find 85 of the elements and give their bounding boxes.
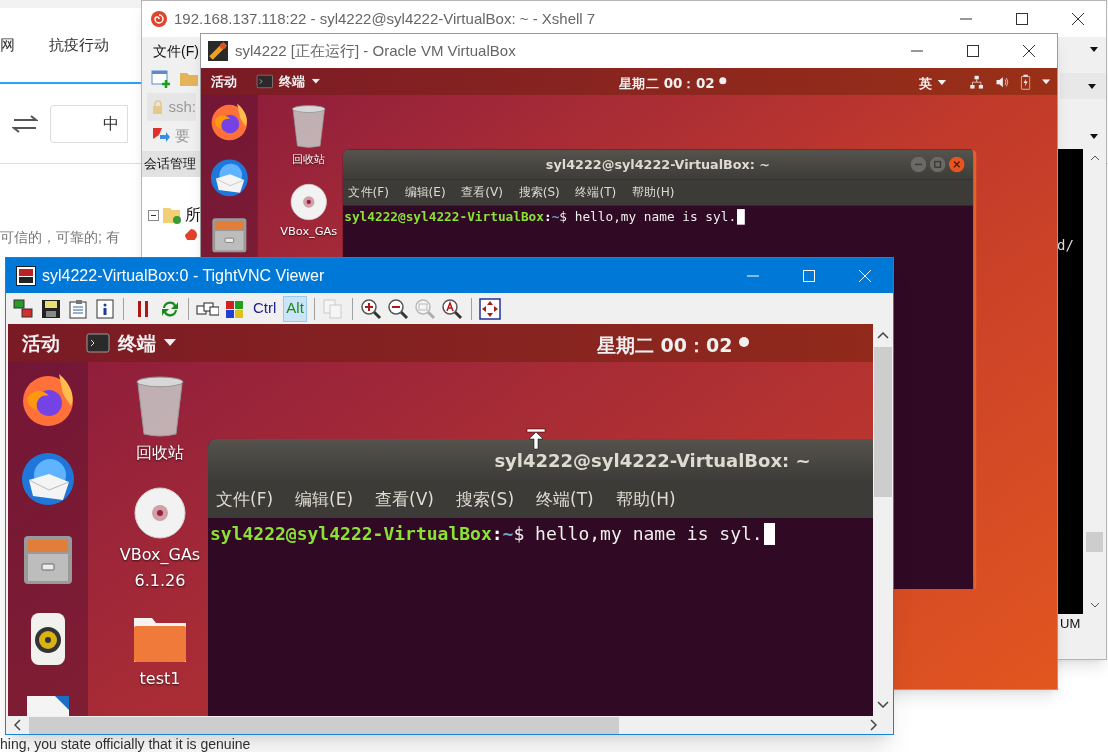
- lock-icon: [152, 100, 163, 114]
- app-menu[interactable]: 终端: [86, 328, 176, 358]
- network-icon[interactable]: [969, 75, 984, 90]
- menu-item[interactable]: 查看(V): [461, 183, 503, 202]
- scroll-thumb[interactable]: [874, 347, 892, 497]
- activities-button[interactable]: 活动: [22, 328, 60, 358]
- scroll-right-icon[interactable]: [870, 719, 877, 731]
- scroll-down-icon[interactable]: [1089, 602, 1100, 608]
- terminal-title: syl4222@syl4222-VirtualBox: ~: [494, 448, 811, 473]
- activities-button[interactable]: 活动: [210, 71, 238, 92]
- icon-label: 回收站: [136, 442, 184, 464]
- clock[interactable]: 星期二 00：02: [597, 331, 749, 360]
- page-text: 可信的，可靠的; 有: [0, 228, 120, 247]
- menu-item[interactable]: 搜索(S): [455, 486, 515, 513]
- terminal-line: syl4222@syl4222-VirtualBox:~$ hello,my name is syl.: [344, 208, 737, 226]
- window-title: syl4222-VirtualBox:0 - TightVNC Viewer: [42, 265, 325, 286]
- cube-icon: [207, 40, 229, 62]
- notice-text: 要: [175, 125, 190, 146]
- caret-icon: [311, 78, 321, 85]
- close-icon[interactable]: [1072, 13, 1084, 25]
- disc-icon[interactable]: [289, 182, 328, 222]
- caret-icon[interactable]: [1090, 47, 1098, 52]
- menu-item[interactable]: 查看(V): [375, 486, 434, 513]
- menu-item[interactable]: 编辑(E): [404, 183, 446, 202]
- terminal-icon: [256, 74, 274, 89]
- collapse-icon[interactable]: [148, 209, 159, 221]
- disc-icon[interactable]: [133, 486, 187, 540]
- swirl-icon: [150, 10, 168, 28]
- trash-can-icon[interactable]: [134, 376, 186, 438]
- menu-item[interactable]: 文件(F): [153, 40, 199, 62]
- terminal-line: syl4222@syl4222-VirtualBox:~$ hello,my name is syl.: [210, 522, 763, 546]
- caret-icon[interactable]: [1090, 134, 1098, 139]
- icon-label: 回收站: [291, 151, 326, 168]
- nav-link[interactable]: 网: [0, 33, 15, 57]
- terminal-title: syl4222@syl4222-VirtualBox: ~: [545, 156, 771, 174]
- icon-label: VBox_GAs: [280, 224, 338, 240]
- scroll-thumb[interactable]: [1086, 532, 1103, 552]
- terminal-icon: [86, 333, 110, 353]
- key-toggle[interactable]: Ctrl: [250, 295, 280, 322]
- caret-icon: [1088, 83, 1096, 89]
- icon-label: 6.1.26: [134, 570, 186, 592]
- scroll-thumb[interactable]: [29, 716, 619, 734]
- menu-item[interactable]: 文件(F): [348, 183, 389, 202]
- mail-icon[interactable]: [19, 450, 77, 508]
- text-cursor: [736, 208, 745, 225]
- menu-item[interactable]: 终端(T): [536, 486, 594, 513]
- new-session-icon[interactable]: [151, 70, 171, 88]
- panel-title: 会话管理: [144, 155, 196, 174]
- swap-icon[interactable]: [12, 113, 38, 134]
- scroll-left-icon[interactable]: [14, 719, 21, 731]
- clock[interactable]: 星期二 00：02: [618, 72, 726, 94]
- app-menu[interactable]: 终端: [256, 71, 321, 92]
- mail-icon[interactable]: [208, 157, 250, 199]
- menu-item[interactable]: 帮助(H): [615, 486, 676, 513]
- menu-item[interactable]: 文件(F): [216, 486, 274, 513]
- scroll-up-icon[interactable]: [1089, 155, 1100, 161]
- input-method-menu[interactable]: 英: [918, 72, 947, 94]
- maximize-icon[interactable]: [1016, 13, 1028, 25]
- maximize-icon[interactable]: [967, 45, 979, 57]
- swirl-icon: [184, 228, 198, 240]
- icon-label: test1: [139, 668, 181, 690]
- dropdown-field[interactable]: [1060, 73, 1106, 99]
- viewer-logo-icon: [16, 265, 36, 286]
- menu-item[interactable]: 编辑(E): [295, 486, 354, 513]
- folder-icon: [162, 205, 182, 225]
- fullscreen-icon[interactable]: [478, 295, 502, 322]
- language-field[interactable]: 中: [50, 104, 128, 143]
- caret-icon[interactable]: [1041, 79, 1051, 85]
- icon-label: VBox_GAs: [119, 544, 201, 566]
- close-icon[interactable]: [1023, 45, 1035, 57]
- nav-link[interactable]: 抗疫行动: [49, 33, 109, 57]
- caret-icon: [164, 339, 176, 347]
- tree-item[interactable]: 所: [185, 203, 201, 227]
- page-text: hing, you state officially that it is genuine: [0, 736, 252, 752]
- text-cursor: [763, 522, 775, 545]
- menu-item[interactable]: 终端(T): [575, 183, 617, 202]
- window-title: syl4222 [正在运行] - Oracle VM VirtualBox: [235, 40, 516, 61]
- status-text: UM: [1060, 615, 1081, 634]
- caret-icon: [937, 80, 947, 86]
- window-title: 192.168.137.118:22 - syl4222@syl4222-VirtualBox: ~ - Xshell 7: [174, 8, 596, 29]
- terminal-text: d/: [1057, 236, 1075, 255]
- scroll-down-icon[interactable]: [877, 701, 889, 708]
- menu-item[interactable]: 帮助(H): [631, 183, 675, 202]
- scroll-up-icon[interactable]: [877, 332, 889, 339]
- menu-item[interactable]: 搜索(S): [518, 183, 560, 202]
